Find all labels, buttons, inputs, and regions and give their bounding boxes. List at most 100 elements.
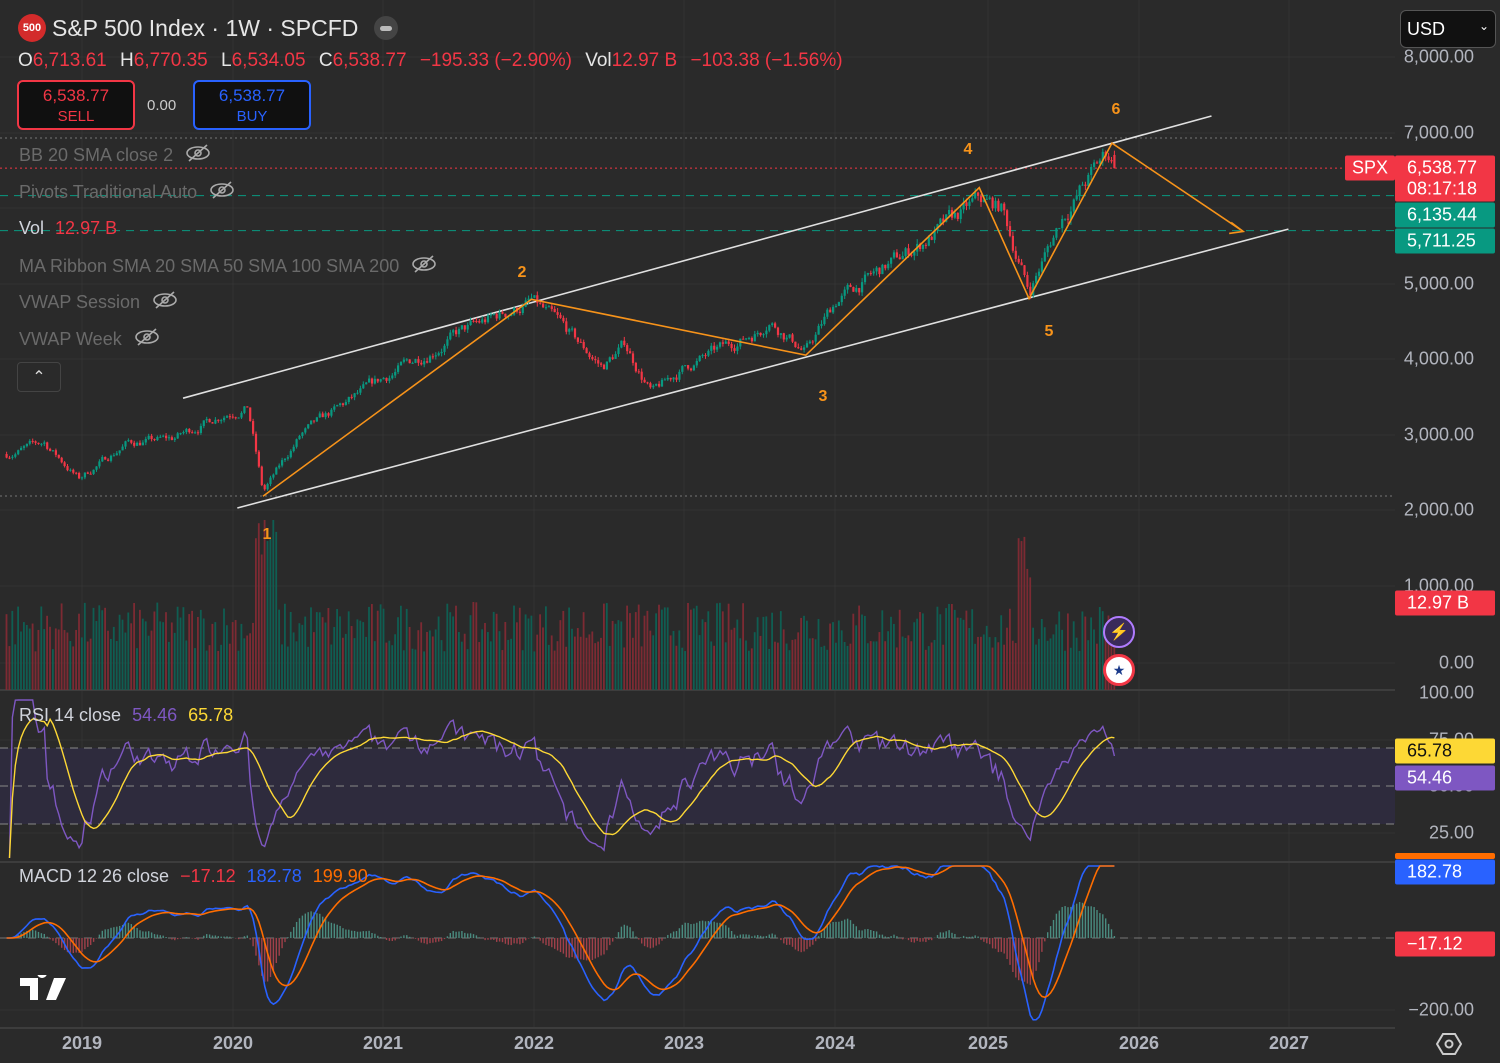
indicator-legend-item[interactable]: VWAP Week (19, 327, 160, 352)
eye-hidden-icon[interactable] (185, 143, 211, 168)
volume-bar (669, 635, 672, 690)
indicator-legend-item[interactable]: VWAP Session (19, 290, 178, 315)
candle-body (629, 351, 632, 354)
candle-body (542, 303, 545, 308)
rsi-legend[interactable]: RSI 14 close 54.46 65.78 (19, 705, 233, 726)
volume-bar (249, 633, 251, 690)
eye-hidden-icon[interactable] (411, 254, 437, 279)
candle-body (588, 353, 591, 358)
volume-bar (861, 614, 863, 690)
candle-body (402, 359, 405, 362)
volume-legend[interactable]: Vol 12.97 B (19, 218, 117, 239)
candle-body (921, 244, 925, 250)
candle-body (797, 347, 800, 349)
eye-hidden-icon[interactable] (152, 290, 178, 315)
candle-body (138, 442, 142, 446)
indicator-label: VWAP Session (19, 292, 141, 312)
candle-body (310, 420, 313, 425)
volume-bar (994, 637, 997, 690)
volume-bar (463, 633, 466, 690)
volume-bar (115, 640, 118, 690)
volume-bar (750, 648, 753, 690)
volume-bar (440, 640, 443, 690)
candle-body (565, 321, 568, 332)
symbol-title[interactable]: 500 S&P 500 Index · 1W · SPCFD (18, 14, 399, 42)
volume-bar (869, 641, 872, 690)
eye-hidden-icon[interactable] (209, 180, 235, 205)
candle-body (939, 218, 942, 225)
currency-select[interactable]: USD ⌄ (1400, 10, 1496, 48)
volume-bar (150, 630, 153, 690)
candle-body (1110, 160, 1113, 162)
market-status-icon[interactable] (374, 16, 399, 40)
candle-body (834, 305, 838, 307)
volume-bar (260, 554, 263, 690)
volume-bar (69, 641, 72, 690)
volume-bar (220, 644, 222, 690)
volume-bar (608, 645, 611, 690)
candle-body (826, 309, 829, 317)
volume-bar (1072, 621, 1075, 690)
indicator-legend-item[interactable]: BB 20 SMA close 2 (19, 143, 211, 168)
candle-body (971, 198, 974, 202)
volume-bar (875, 641, 878, 690)
volume-bar (286, 646, 289, 690)
volume-bar (54, 628, 57, 690)
candle-body (49, 448, 52, 451)
volume-bar (698, 635, 701, 690)
volume-bar (898, 609, 901, 690)
sell-button[interactable]: 6,538.77 SELL (17, 80, 135, 130)
volume-bar (1052, 634, 1055, 690)
volume-bar (637, 604, 640, 690)
candle-body (341, 403, 345, 405)
candle-body (721, 342, 724, 344)
volume-bar (1000, 615, 1003, 690)
candle-body (620, 340, 623, 348)
buy-button[interactable]: 6,538.77 BUY (193, 80, 311, 130)
volume-bar (472, 602, 475, 690)
candle-body (315, 417, 318, 422)
volume-bar (484, 622, 486, 690)
indicator-legend-item[interactable]: Pivots Traditional Auto (19, 180, 235, 205)
candle-body (434, 355, 437, 357)
collapse-legend-button[interactable]: ⌃ (17, 362, 61, 392)
candle-body (301, 432, 304, 436)
us-flag-events-icon[interactable]: ★ (1103, 654, 1135, 686)
badge-level2: 5,711.25 (1395, 228, 1495, 254)
candle-body (594, 359, 597, 361)
candle-body (292, 446, 295, 452)
volume-bar (597, 641, 599, 690)
volume-bar (313, 632, 315, 690)
eye-hidden-icon[interactable] (134, 327, 160, 352)
candle-body (95, 466, 98, 470)
volume-bar (266, 541, 269, 690)
candle-body (347, 396, 350, 403)
candle-body (188, 428, 191, 433)
volume-bar (455, 605, 457, 690)
alert-lightning-icon[interactable]: ⚡ (1103, 616, 1135, 648)
candle-body (388, 378, 391, 381)
volume-bar (57, 629, 60, 690)
volume-bar (916, 618, 918, 690)
candle-body (979, 195, 983, 203)
candle-body (217, 419, 220, 421)
candle-body (28, 440, 31, 444)
candle-body (640, 371, 643, 380)
candle-body (1081, 184, 1084, 186)
candle-body (774, 323, 777, 328)
candle-body (472, 320, 475, 322)
volume-bar (858, 605, 860, 690)
volume-bar (257, 523, 260, 690)
volume-bar (733, 627, 736, 690)
volume-bar (713, 645, 715, 690)
candle-body (597, 360, 600, 364)
indicator-legend-item[interactable]: MA Ribbon SMA 20 SMA 50 SMA 100 SMA 200 (19, 254, 437, 279)
tradingview-logo[interactable] (20, 968, 72, 1008)
volume-bar (611, 620, 614, 690)
candle-body (431, 356, 434, 358)
macd-legend[interactable]: MACD 12 26 close −17.12 182.78 199.90 (19, 866, 368, 887)
settings-icon[interactable] (1435, 1032, 1463, 1061)
candle-body (379, 379, 382, 382)
volume-bar (376, 610, 379, 690)
candle-body (1017, 258, 1020, 263)
